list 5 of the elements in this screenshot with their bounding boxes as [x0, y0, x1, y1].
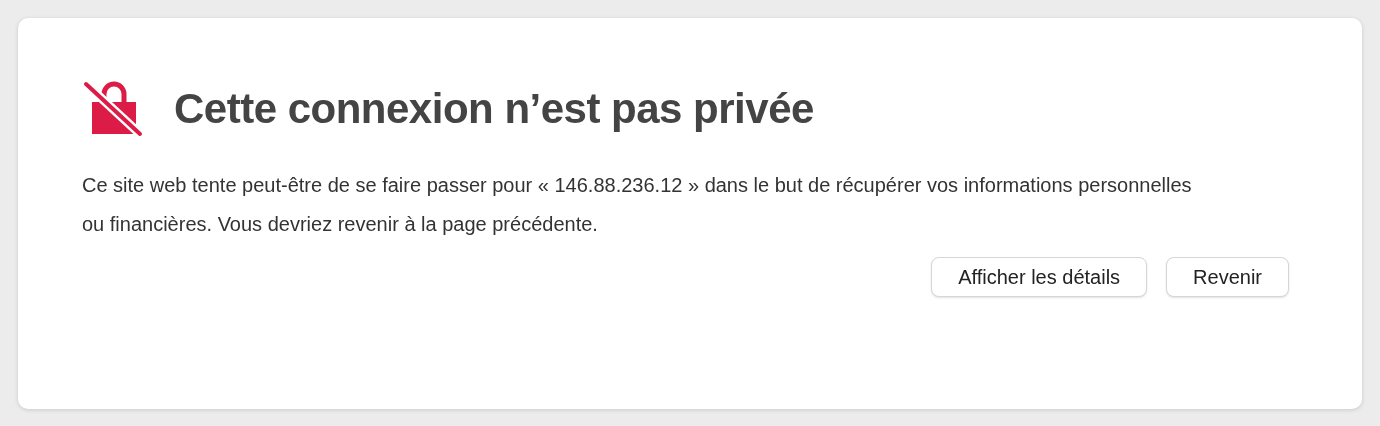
warning-title: Cette connexion n’est pas privée	[174, 88, 814, 130]
dialog-button[interactable]: Revenir	[1166, 257, 1289, 297]
crossed-lock-icon	[82, 80, 144, 138]
dialog-button[interactable]: Afficher les détails	[931, 257, 1148, 297]
warning-message: Ce site web tente peut-être de se faire passer pour « 146.88.236.12 » dans le but de récupérer vos informations personnelles ou financières. Vous devriez revenir à la page précédente.	[82, 173, 1193, 237]
